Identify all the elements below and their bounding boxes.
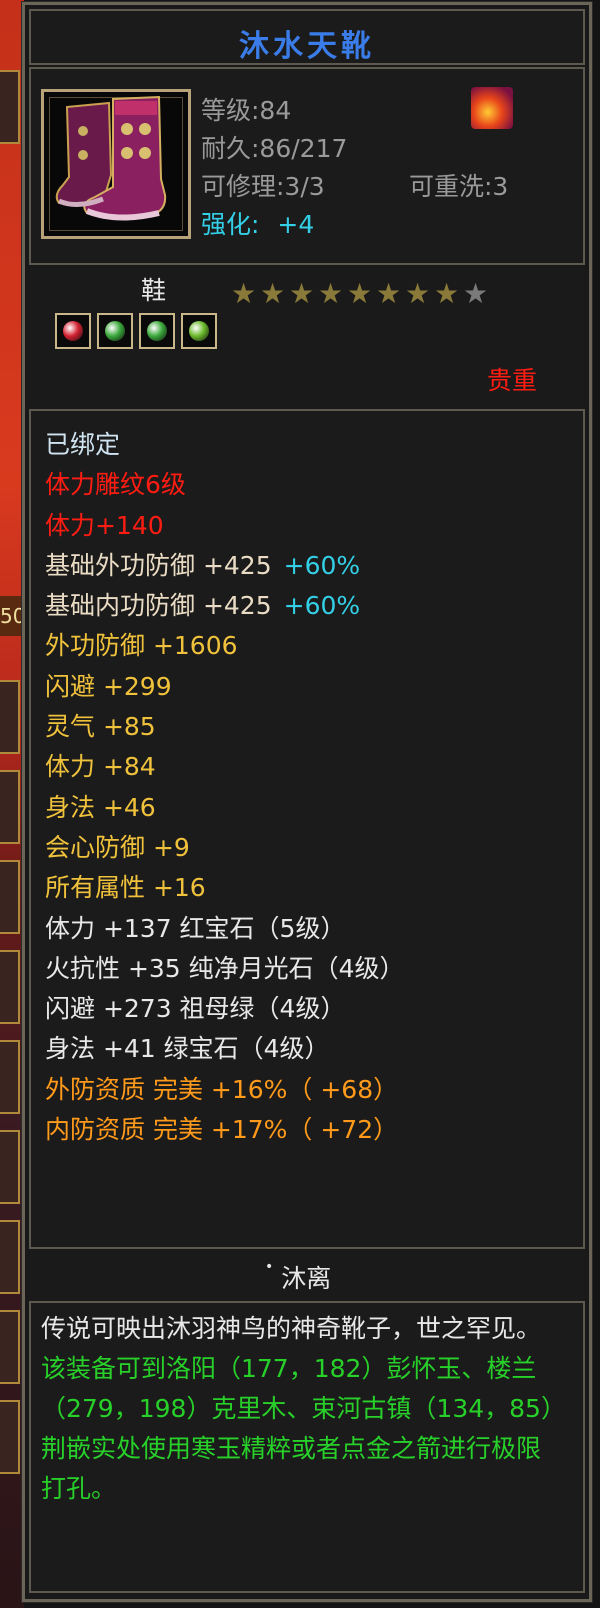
- star-icon: ★: [404, 277, 431, 310]
- description-panel: 传说可映出沐羽神鸟的神奇靴子，世之罕见。 该装备可到洛阳（177，182）彭怀玉…: [29, 1301, 585, 1593]
- repair-label: 可修理:3/3: [201, 172, 325, 201]
- side-slot: [0, 680, 20, 754]
- stat-row: 体力 +137 红宝石（5级）: [45, 913, 346, 943]
- level-label: 等级:84: [201, 96, 292, 125]
- rewash-label: 可重洗:3: [409, 172, 509, 201]
- side-slot: [0, 950, 20, 1024]
- socket-hint-text: 该装备可到洛阳（177，182）彭怀玉、楼兰（279，198）克里木、束河古镇（…: [41, 1354, 554, 1503]
- set-name: • 沐离: [265, 1259, 332, 1293]
- stat-row: 外防资质 完美 +16%（ +68）: [45, 1074, 399, 1104]
- star-icon: ★: [288, 277, 315, 310]
- description: 传说可映出沐羽神鸟的神奇靴子，世之罕见。 该装备可到洛阳（177，182）彭怀玉…: [41, 1309, 561, 1509]
- side-slot: [0, 1130, 20, 1204]
- side-slot: [0, 770, 20, 844]
- gem-icon[interactable]: [55, 313, 91, 349]
- stat-row: 内防资质 完美 +17%（ +72）: [45, 1115, 399, 1145]
- star-icon: ★: [462, 277, 489, 310]
- enhance-label: 强化: +4: [201, 210, 315, 239]
- stat-row: 体力雕纹6级: [45, 470, 186, 500]
- fire-attribute-icon: [471, 87, 513, 129]
- star-icon: ★: [317, 277, 344, 310]
- lore-text: 传说可映出沐羽神鸟的神奇靴子，世之罕见。: [41, 1314, 542, 1343]
- star-icon: ★: [259, 277, 286, 310]
- durability-label: 耐久:86/217: [201, 134, 348, 163]
- star-icon: ★: [346, 277, 373, 310]
- side-slot: [0, 70, 20, 144]
- star-rating: ★ ★ ★ ★ ★ ★ ★ ★ ★: [229, 277, 490, 310]
- gem-icon[interactable]: [181, 313, 217, 349]
- gem-sockets: [55, 313, 223, 353]
- item-tooltip: 沐水天靴 等级:84 耐久:86/217 可修理:3/3 可重洗:3 强化: +…: [21, 1, 593, 1603]
- side-number: 50: [0, 596, 25, 636]
- stat-row: 基础外功防御 +425 +60%: [45, 550, 361, 580]
- set-name-panel: • 沐离: [29, 1249, 585, 1301]
- item-type: 鞋: [141, 276, 167, 305]
- game-background-strip: 50: [0, 0, 25, 1608]
- stat-row: 基础内功防御 +425 +60%: [45, 591, 361, 621]
- rarity-label: 贵重: [487, 366, 538, 395]
- side-slot: [0, 1220, 20, 1294]
- star-icon: ★: [375, 277, 402, 310]
- stat-row: 外功防御 +1606: [45, 631, 238, 661]
- enhance-value: +4: [277, 210, 315, 239]
- side-slot: [0, 1040, 20, 1114]
- star-icon: ★: [230, 277, 257, 310]
- stat-row: 已绑定: [45, 430, 121, 459]
- stat-row: 身法 +41 绿宝石（4级）: [45, 1034, 330, 1064]
- boots-icon: [41, 89, 191, 239]
- stat-row: 体力+140: [45, 510, 164, 540]
- type-panel: 鞋 ★ ★ ★ ★ ★ ★ ★ ★ ★ 贵重: [29, 267, 585, 407]
- item-header-panel: 等级:84 耐久:86/217 可修理:3/3 可重洗:3 强化: +4: [29, 67, 585, 265]
- stat-row: 灵气 +85: [45, 712, 156, 742]
- title-panel: 沐水天靴: [29, 9, 585, 65]
- stat-row: 会心防御 +9: [45, 832, 190, 862]
- star-icon: ★: [433, 277, 460, 310]
- side-slot: [0, 1310, 20, 1384]
- gem-icon[interactable]: [97, 313, 133, 349]
- item-name: 沐水天靴: [239, 29, 375, 64]
- stat-row: 体力 +84: [45, 752, 156, 782]
- stat-row: 闪避 +299: [45, 671, 172, 701]
- side-slot: [0, 1400, 20, 1474]
- stats-panel: 已绑定体力雕纹6级 体力+140 基础外功防御 +425 +60% 基础内功防御 +42…: [29, 409, 585, 1249]
- stats-list: 已绑定体力雕纹6级 体力+140 基础外功防御 +425 +60% 基础内功防御 +42…: [45, 425, 405, 1150]
- stat-row: 所有属性 +16: [45, 873, 206, 903]
- stat-row: 身法 +46: [45, 792, 156, 822]
- side-slot: [0, 860, 20, 934]
- stat-row: 火抗性 +35 纯净月光石（4级）: [45, 953, 405, 983]
- gem-icon[interactable]: [139, 313, 175, 349]
- stat-row: 闪避 +273 祖母绿（4级）: [45, 994, 346, 1024]
